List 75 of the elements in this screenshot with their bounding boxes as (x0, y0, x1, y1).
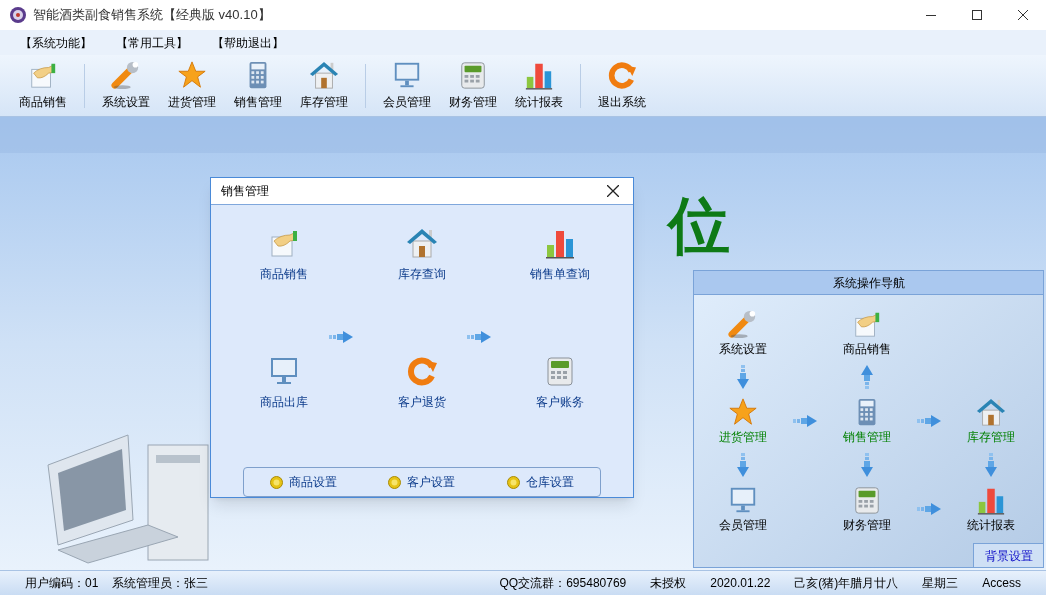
refresh-icon (406, 355, 438, 387)
nav-item[interactable]: 库存管理 (967, 429, 1015, 445)
nav-item[interactable]: 销售管理 (843, 429, 891, 445)
nav-panel-title: 系统操作导航 (694, 271, 1043, 295)
close-icon (607, 185, 619, 197)
refresh-icon (607, 60, 637, 90)
wrench-icon (728, 309, 758, 339)
toolbar-button[interactable]: 系统设置 (93, 57, 159, 114)
toolbar-button[interactable]: 库存管理 (291, 57, 357, 114)
flow-arrow-icon (737, 453, 749, 477)
flow-arrow-icon (917, 503, 941, 515)
monitor-icon (268, 355, 300, 387)
background-slogan-text: 位 (668, 195, 730, 257)
window-title: 智能酒类副食销售系统【经典版 v40.10】 (33, 6, 271, 25)
house-icon (976, 397, 1006, 427)
nav-item[interactable]: 系统设置 (719, 341, 767, 357)
status-text: 星期三 (922, 575, 959, 592)
toolbar-button[interactable]: 进货管理 (159, 57, 225, 114)
toolbar-button[interactable]: 财务管理 (440, 57, 506, 114)
coin-icon (388, 475, 402, 489)
function-button[interactable]: 销售单查询 (491, 227, 629, 319)
nav-item[interactable]: 统计报表 (967, 517, 1015, 533)
status-text: 用户编码：01 (25, 575, 99, 592)
toolbar-button[interactable]: 销售管理 (225, 57, 291, 114)
flow-arrow-icon (329, 331, 353, 343)
close-icon (1018, 10, 1028, 20)
star-icon (728, 397, 758, 427)
nav-item[interactable]: 商品销售 (843, 341, 891, 357)
function-button[interactable]: 客户退货 (353, 355, 491, 447)
maximize-icon (972, 10, 982, 20)
toolbar-button[interactable]: 退出系统 (589, 57, 655, 114)
flow-arrow-icon (861, 453, 873, 477)
minimize-icon (926, 14, 936, 16)
status-text: Access (982, 575, 1021, 592)
function-button[interactable]: 客户账务 (491, 355, 629, 447)
settings-button[interactable]: 商品设置 (269, 473, 337, 491)
function-button[interactable]: 商品出库 (215, 355, 353, 447)
coin-icon (507, 475, 521, 489)
cash-register-icon (458, 60, 488, 90)
toolbar-button[interactable]: 商品销售 (10, 57, 76, 114)
flow-arrow-icon (917, 415, 941, 427)
monitor-icon (392, 60, 422, 90)
flow-arrow-icon (467, 331, 491, 343)
dialog-title: 销售管理 (221, 183, 269, 200)
toolbar-button[interactable]: 会员管理 (374, 57, 440, 114)
house-icon (406, 227, 438, 259)
menu-item[interactable]: 【系统功能】 (20, 33, 92, 52)
cash-register-icon (544, 355, 576, 387)
status-text: 己亥(猪)年腊月廿八 (794, 575, 899, 592)
monitor-icon (728, 485, 758, 515)
flow-arrow-icon (861, 365, 873, 389)
flow-arrow-icon (737, 365, 749, 389)
status-text: 未授权 (650, 575, 687, 592)
toolbar-button[interactable]: 统计报表 (506, 57, 572, 114)
settings-button[interactable]: 仓库设置 (507, 473, 575, 491)
nav-item[interactable]: 财务管理 (843, 517, 891, 533)
function-button[interactable]: 库存查询 (353, 227, 491, 319)
flow-arrow-icon (793, 415, 817, 427)
background-settings-button[interactable]: 背景设置 (973, 543, 1043, 567)
nav-item[interactable]: 会员管理 (719, 517, 767, 533)
status-text: 2020.01.22 (710, 575, 771, 592)
status-text: QQ交流群：695480769 (499, 575, 627, 592)
house-icon (309, 60, 339, 90)
menu-item[interactable]: 【帮助退出】 (212, 33, 284, 52)
app-logo-icon (9, 6, 27, 24)
function-button[interactable]: 商品销售 (215, 227, 353, 319)
coin-icon (269, 475, 283, 489)
flow-arrow-icon (985, 453, 997, 477)
settings-button[interactable]: 客户设置 (388, 473, 456, 491)
cash-register-icon (852, 485, 882, 515)
status-text: 系统管理员：张三 (112, 575, 209, 592)
star-icon (177, 60, 207, 90)
nav-item[interactable]: 进货管理 (719, 429, 767, 445)
wrench-icon (111, 60, 141, 90)
menu-item[interactable]: 【常用工具】 (116, 33, 188, 52)
